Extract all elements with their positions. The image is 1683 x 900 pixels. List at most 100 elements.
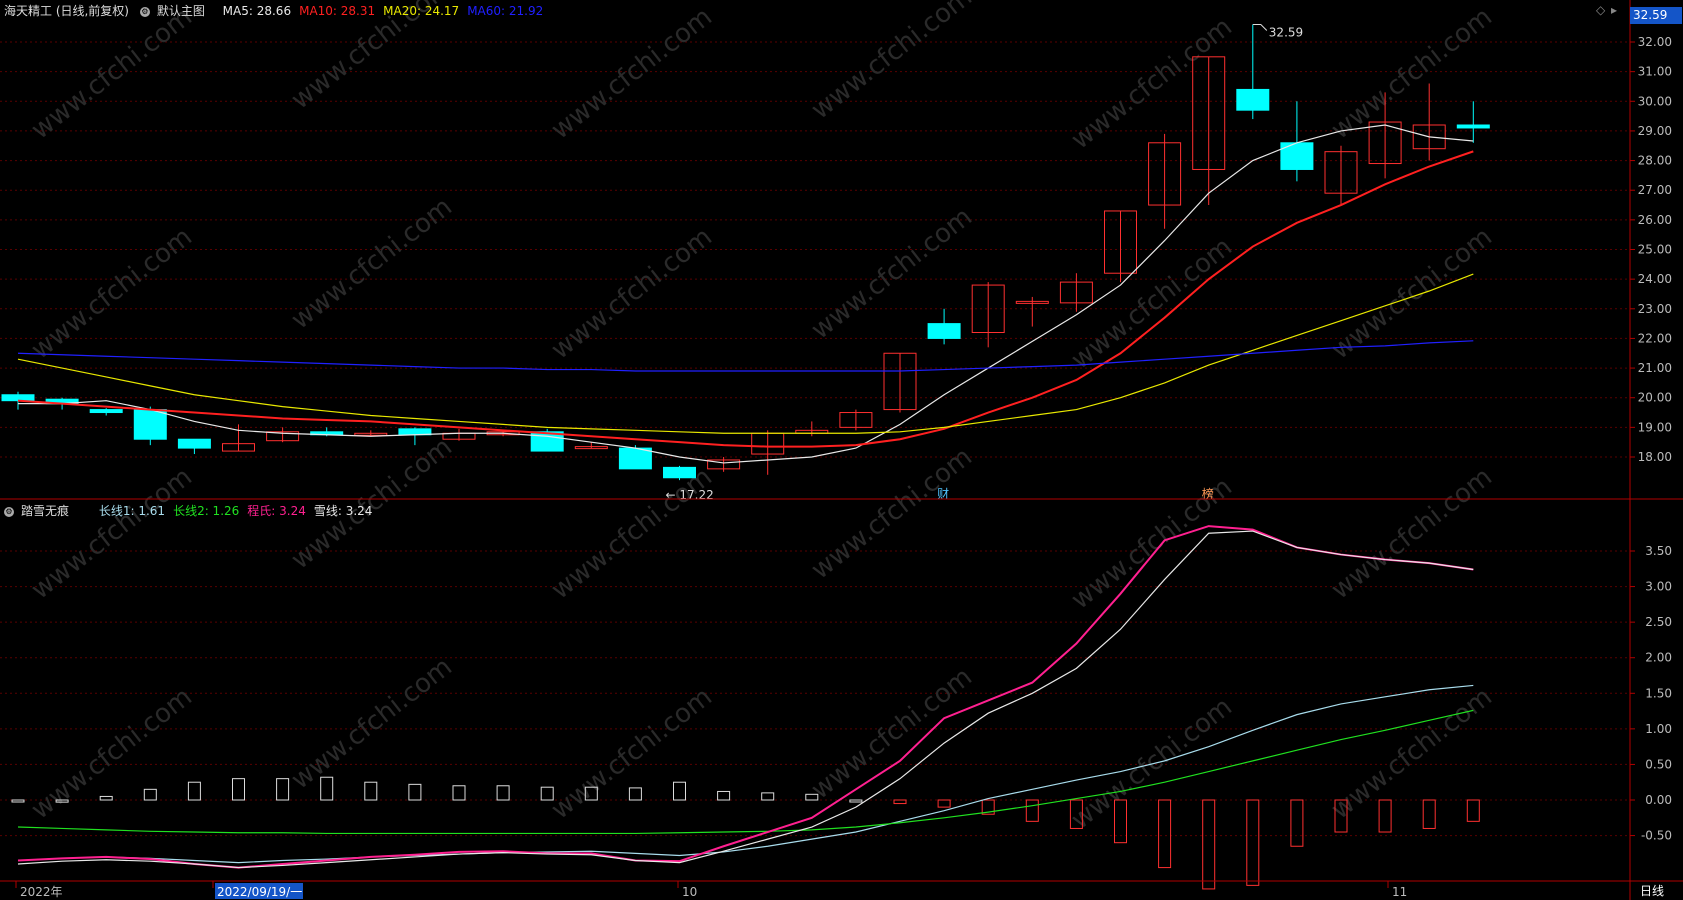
ma-legend: MA5: 28.66 MA10: 28.31 MA20: 24.17 MA60: 21… — [223, 4, 552, 18]
y-tick-label: 21.00 — [1638, 361, 1672, 375]
y-tick-label: 25.00 — [1638, 243, 1672, 257]
candle-body — [618, 447, 652, 470]
indicator-bar — [717, 790, 731, 801]
y-tick-label: -0.50 — [1641, 829, 1672, 843]
indicator-bar — [452, 785, 466, 801]
candle — [1412, 83, 1446, 161]
indicator-title: 踏雪无痕 — [21, 504, 70, 518]
x-tick-label: 10 — [682, 885, 697, 899]
watermark: www.cfchi.com — [1326, 2, 1498, 146]
indicator-bar — [496, 785, 510, 801]
candle — [971, 282, 1005, 348]
indicator-bar — [673, 781, 686, 801]
candle-body — [1456, 124, 1490, 129]
chart-canvas: www.cfchi.com www.cfchi.com www.cfchi.com w… — [0, 0, 1683, 900]
candle-body — [1236, 88, 1270, 111]
y-tick-label: 27.00 — [1638, 183, 1672, 197]
current-price-label: 32.59 — [1630, 7, 1682, 24]
watermark: www.cfchi.com — [806, 0, 978, 126]
y-tick-label: 26.00 — [1638, 213, 1672, 227]
low-label: ← 17.22 — [666, 488, 714, 502]
y-tick-label: 1.00 — [1645, 722, 1672, 736]
candle — [1280, 101, 1314, 182]
candle — [442, 428, 476, 441]
candle-body — [133, 409, 167, 440]
indicator-bar — [1158, 799, 1172, 869]
arrow-right-icon[interactable]: ▸ — [1611, 3, 1617, 17]
indicator-bar — [143, 788, 157, 801]
ma-line-ma5 — [18, 124, 1474, 464]
period-label[interactable]: 日线 — [1640, 882, 1664, 899]
ma-legend-item: MA60: 21.92 — [467, 4, 544, 18]
indicator-bar — [849, 799, 863, 803]
y-tick-label: 28.00 — [1638, 154, 1672, 168]
indicator-legend: 长线1: 1.61 长线2: 1.26 程氏: 3.24 雪线: 3.24 — [99, 504, 381, 518]
indicator-bar — [232, 778, 245, 801]
watermark: www.cfchi.com — [26, 2, 198, 146]
candle-body — [89, 409, 123, 414]
indicator-bar — [187, 781, 201, 801]
y-tick-label: 19.00 — [1638, 420, 1672, 434]
x-tick-label: 2022/09/19/一 — [217, 885, 302, 899]
indicator-bar — [99, 795, 113, 801]
candle-body — [1, 394, 35, 402]
indicator-panel[interactable] — [11, 525, 1480, 890]
main-price-panel[interactable]: 32.59← 17.22 财榜 — [1, 24, 1490, 503]
indicator-bar — [408, 783, 422, 801]
indicator-bar — [937, 799, 951, 808]
indicator-bar — [276, 778, 290, 801]
y-tick-label: 23.00 — [1638, 302, 1672, 316]
candle-body — [663, 466, 696, 479]
indicator-bar — [1378, 799, 1392, 833]
high-marker — [1252, 24, 1268, 31]
indicator-bar — [628, 787, 642, 801]
ma-legend-item: MA10: 28.31 — [299, 4, 376, 18]
candle — [177, 438, 211, 455]
watermark: www.cfchi.com — [286, 652, 458, 796]
candle — [663, 465, 696, 481]
template-selector[interactable]: ⚙ 默认主图 — [139, 4, 212, 18]
settings-icon[interactable]: ⚙ — [139, 6, 150, 17]
ma-legend-item: MA5: 28.66 — [222, 4, 292, 18]
indicator-bar — [1202, 799, 1216, 890]
x-tick-label: 11 — [1392, 885, 1407, 899]
y-tick-label: 32.00 — [1638, 35, 1672, 49]
indicator-legend-item: 雪线: 3.24 — [313, 504, 373, 518]
indicator-line — [17, 530, 1474, 869]
watermark: www.cfchi.com — [26, 682, 198, 826]
main-panel-header: 海天精工 (日线,前复权) ⚙ 默认主图 MA5: 28.66 MA10: 28.3… — [4, 1, 558, 21]
y-tick-label: 30.00 — [1638, 94, 1672, 108]
y-tick-label: 2.50 — [1645, 615, 1672, 629]
indicator-selector[interactable]: ⚙ 踏雪无痕 — [4, 504, 76, 518]
y-tick-label: 1.50 — [1645, 686, 1672, 700]
diamond-icon[interactable]: ◇ — [1596, 3, 1605, 17]
ma-line-ma60 — [17, 340, 1474, 372]
watermark: www.cfchi.com — [546, 462, 718, 606]
candle — [839, 409, 873, 431]
y-tick-label: 22.00 — [1638, 331, 1672, 345]
watermark: www.cfchi.com — [546, 2, 718, 146]
indicator-legend-item: 长线1: 1.61 — [98, 504, 166, 518]
settings-icon[interactable]: ⚙ — [4, 506, 14, 517]
candle — [266, 427, 300, 443]
candle — [1456, 101, 1490, 143]
indicator-line — [17, 525, 1474, 869]
indicator-bar — [1246, 799, 1260, 886]
y-tick-label: 3.50 — [1645, 544, 1672, 558]
y-tick-label: 29.00 — [1638, 124, 1672, 138]
stock-title[interactable]: 海天精工 (日线,前复权) — [4, 4, 129, 18]
y-tick-label: 2.00 — [1645, 651, 1672, 665]
candle — [927, 308, 961, 345]
candle — [707, 457, 741, 472]
high-label: 32.59 — [1269, 26, 1303, 40]
candle-body — [927, 323, 961, 339]
watermark: www.cfchi.com — [26, 462, 198, 606]
candle — [1015, 296, 1049, 327]
y-tick-label: 0.00 — [1645, 793, 1672, 807]
watermark: www.cfchi.com — [1326, 462, 1498, 606]
indicator-bar — [1422, 799, 1436, 829]
indicator-bar — [1025, 799, 1039, 822]
watermark: www.cfchi.com — [1066, 12, 1238, 156]
candle — [1324, 145, 1358, 206]
watermark: www.cfchi.com — [546, 682, 718, 826]
